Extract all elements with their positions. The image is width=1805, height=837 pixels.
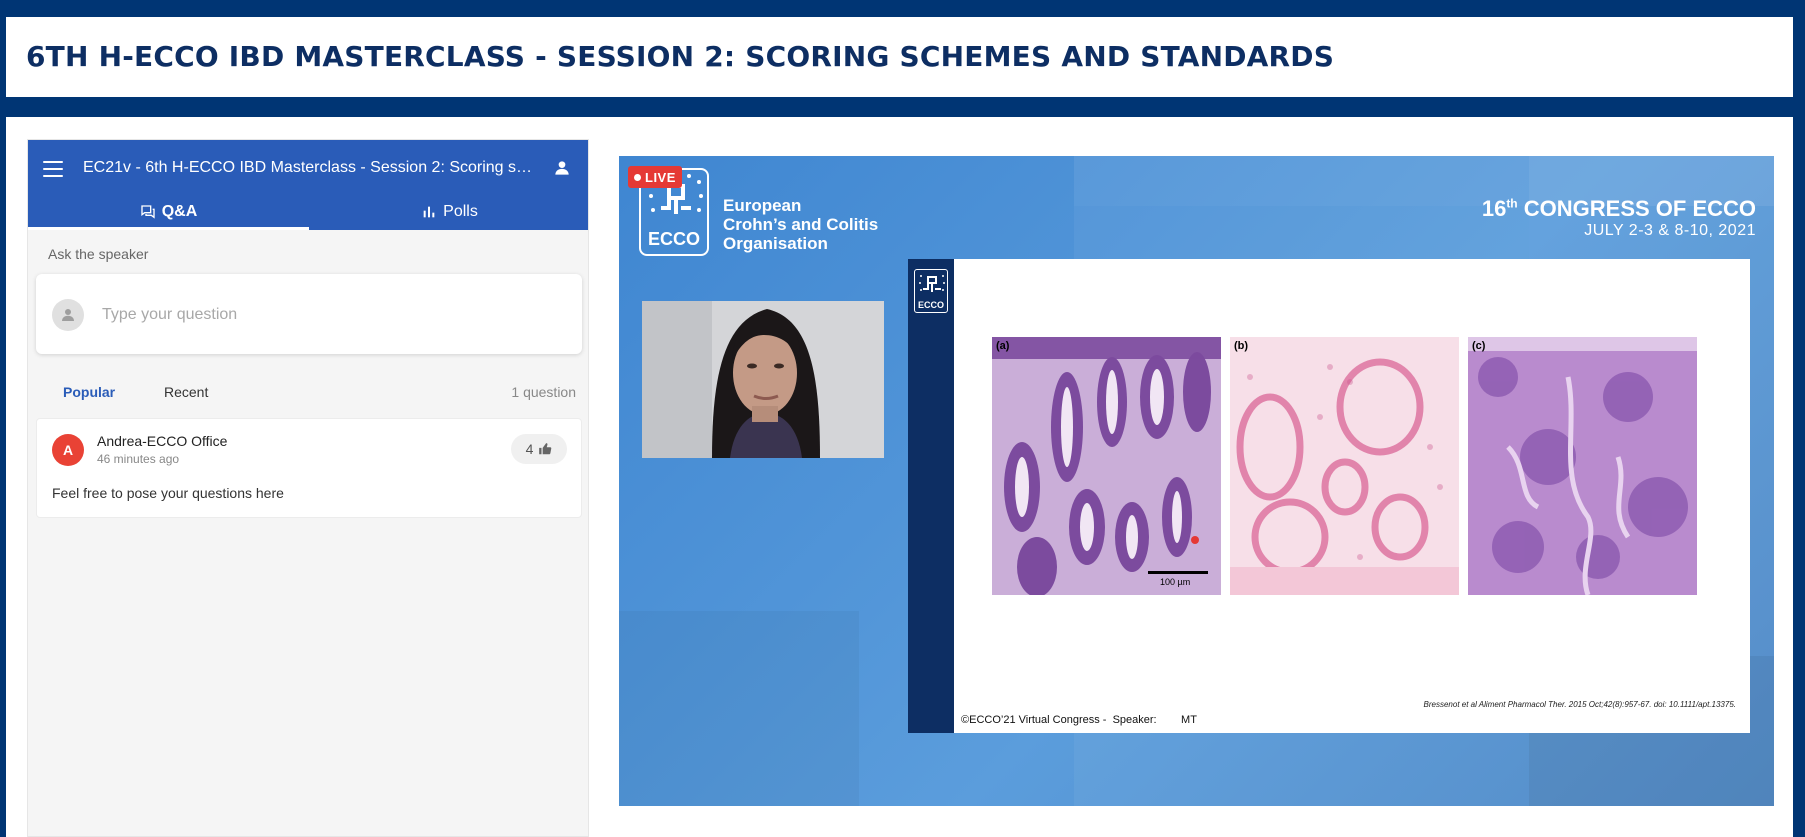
page-title: 6TH H-ECCO IBD MASTERCLASS - SESSION 2: …	[26, 40, 1335, 73]
congress-ordinal: th	[1506, 196, 1518, 211]
congress-title: 16th CONGRESS OF ECCO	[1482, 196, 1756, 222]
speaker-camera	[642, 301, 884, 458]
user-icon[interactable]	[552, 158, 572, 178]
tab-qa[interactable]: Q&A	[28, 194, 309, 230]
slido-header: EC21v - 6th H-ECCO IBD Masterclass - Ses…	[28, 140, 588, 230]
histology-panel-a: (a) 100 µm	[992, 337, 1221, 597]
panel-label: (b)	[1234, 340, 1249, 352]
org-line: European	[723, 196, 802, 215]
slide-logo-text: ECCO	[917, 300, 944, 310]
title-bar: 6TH H-ECCO IBD MASTERCLASS - SESSION 2: …	[6, 17, 1793, 97]
live-label: LIVE	[645, 169, 676, 185]
organisation-name: European Crohn’s and Colitis Organisatio…	[723, 196, 878, 253]
ask-box[interactable]	[36, 274, 582, 354]
org-line: Crohn’s and Colitis	[723, 215, 879, 234]
tab-polls-label: Polls	[443, 203, 478, 220]
event-title: EC21v - 6th H-ECCO IBD Masterclass - Ses…	[83, 159, 533, 176]
tab-indicator	[28, 227, 309, 230]
tab-polls[interactable]: Polls	[309, 194, 588, 230]
sort-tabs: Popular Recent 1 question	[48, 384, 576, 420]
video-player[interactable]: LIVE ECCO European Crohn’s and Colitis O…	[619, 156, 1774, 806]
histology-panel-b: (b)	[1230, 337, 1459, 595]
like-count: 4	[525, 441, 534, 457]
ecco-emblem-icon	[919, 275, 945, 292]
speaker-image	[642, 301, 884, 458]
thumbs-up-icon	[539, 443, 552, 455]
ecco-logo-text: ECCO	[647, 229, 700, 249]
tab-qa-label: Q&A	[161, 203, 198, 220]
question-card: A Andrea-ECCO Office 46 minutes ago 4 Fe…	[36, 418, 582, 518]
question-count: 1 question	[511, 384, 576, 400]
histology-image	[1230, 337, 1459, 595]
like-button[interactable]: 4	[511, 434, 567, 464]
polls-icon	[423, 206, 435, 218]
slide-ecco-logo: ECCO	[914, 269, 948, 313]
scale-label: 100 µm	[1160, 577, 1191, 587]
congress-dates: JULY 2-3 & 8-10, 2021	[1584, 222, 1756, 239]
slide-citation: Bressenot et al Aliment Pharmacol Ther. …	[1423, 700, 1736, 709]
sort-popular[interactable]: Popular	[63, 384, 115, 410]
ask-label: Ask the speaker	[48, 246, 149, 262]
presentation-slide: ECCO (a) 100 µm (b) (c) Bressenot et al …	[908, 259, 1750, 733]
slide-side-band: ECCO	[908, 259, 954, 733]
scale-bar	[1148, 571, 1208, 574]
panel-label: (c)	[1472, 340, 1486, 352]
slido-panel: EC21v - 6th H-ECCO IBD Masterclass - Ses…	[27, 139, 589, 837]
person-icon	[62, 309, 74, 321]
qa-icon	[141, 205, 155, 219]
live-badge: LIVE	[628, 166, 682, 188]
sort-recent[interactable]: Recent	[164, 384, 208, 410]
slide-footer: ©ECCO’21 Virtual Congress - Speaker: MT	[961, 714, 1197, 726]
histology-image	[992, 337, 1221, 597]
question-text: Feel free to pose your questions here	[52, 485, 284, 501]
congress-number: 16	[1481, 196, 1507, 221]
question-time: 46 minutes ago	[97, 452, 180, 466]
menu-icon[interactable]	[42, 158, 64, 180]
org-line: Organisation	[723, 234, 828, 253]
bg-block	[619, 611, 859, 806]
histology-image	[1468, 337, 1697, 596]
panel-label: (a)	[996, 340, 1010, 352]
live-dot-icon	[634, 173, 641, 181]
histology-panel-c: (c)	[1468, 337, 1697, 596]
author-avatar: A	[52, 434, 84, 466]
question-author: Andrea-ECCO Office	[97, 433, 228, 449]
congress-name: CONGRESS OF ECCO	[1517, 196, 1756, 221]
avatar	[52, 299, 84, 331]
question-input[interactable]	[102, 298, 562, 332]
